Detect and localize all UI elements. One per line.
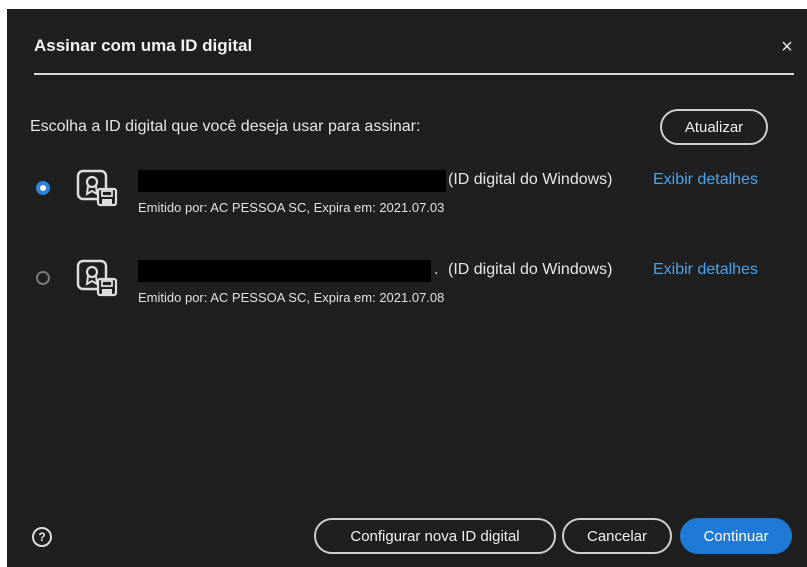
digital-id-option[interactable]: (ID digital do Windows) Exibir detalhes … — [7, 167, 807, 227]
issuer-info: Emitido por: AC PESSOA SC, Expira em: 20… — [138, 200, 445, 215]
issuer-info: Emitido por: AC PESSOA SC, Expira em: 20… — [138, 290, 445, 305]
id-name-suffix: . — [434, 261, 439, 278]
redacted-id-name — [138, 170, 446, 192]
id-type-label: (ID digital do Windows) — [448, 261, 613, 278]
configure-new-id-button[interactable]: Configurar nova ID digital — [314, 518, 556, 554]
redacted-id-name — [138, 260, 431, 282]
cancel-button[interactable]: Cancelar — [562, 518, 672, 554]
continue-button[interactable]: Continuar — [680, 518, 792, 554]
sign-dialog: Assinar com uma ID digital × Escolha a I… — [7, 9, 807, 567]
certificate-icon — [76, 169, 118, 207]
refresh-button[interactable]: Atualizar — [660, 109, 768, 145]
digital-id-option[interactable]: . (ID digital do Windows) Exibir detalhe… — [7, 257, 807, 317]
id-radio-selected[interactable] — [36, 181, 50, 195]
view-details-link[interactable]: Exibir detalhes — [653, 261, 758, 279]
help-icon[interactable]: ? — [32, 527, 52, 547]
view-details-link[interactable]: Exibir detalhes — [653, 171, 758, 189]
certificate-icon — [76, 259, 118, 297]
choose-id-prompt: Escolha a ID digital que você deseja usa… — [30, 118, 421, 135]
dialog-title: Assinar com uma ID digital — [34, 36, 253, 55]
id-radio-unselected[interactable] — [36, 271, 50, 285]
title-divider — [34, 73, 794, 75]
id-type-label: (ID digital do Windows) — [448, 171, 613, 188]
close-icon[interactable]: × — [778, 37, 796, 57]
